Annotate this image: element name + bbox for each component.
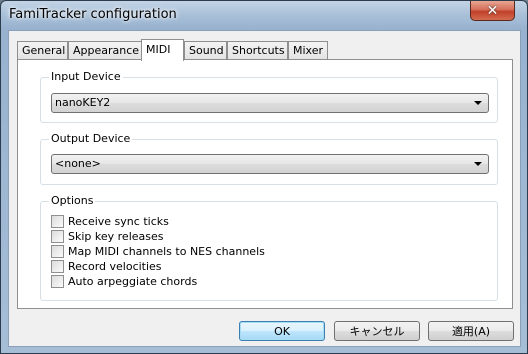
record-velocities-checkbox[interactable]: Record velocities xyxy=(51,259,162,274)
input-device-label: Input Device xyxy=(49,70,123,84)
close-icon: ✕ xyxy=(486,2,499,19)
checkbox-box[interactable] xyxy=(51,230,64,243)
dialog-client-area: General Appearance MIDI Sound Shortcuts … xyxy=(8,30,521,347)
checkbox-label: Record velocities xyxy=(68,259,162,273)
tab-midi[interactable]: MIDI xyxy=(141,39,184,61)
checkbox-label: Skip key releases xyxy=(68,229,164,243)
cancel-button[interactable]: キャンセル xyxy=(334,321,420,341)
tab-sound[interactable]: Sound xyxy=(184,41,227,60)
checkbox-box[interactable] xyxy=(51,215,64,228)
checkbox-box[interactable] xyxy=(51,245,64,258)
window-title: FamiTracker configuration xyxy=(9,7,177,22)
config-window: FamiTracker configuration ✕ General Appe… xyxy=(0,0,528,354)
tab-mixer[interactable]: Mixer xyxy=(288,41,328,60)
auto-arpeggiate-checkbox[interactable]: Auto arpeggiate chords xyxy=(51,274,197,289)
receive-sync-ticks-checkbox[interactable]: Receive sync ticks xyxy=(51,214,169,229)
tab-general[interactable]: General xyxy=(17,41,68,60)
midi-tab-panel: Input Device nanoKEY2 Output Device <non… xyxy=(17,59,513,309)
checkbox-label: Auto arpeggiate chords xyxy=(68,274,198,288)
checkbox-box[interactable] xyxy=(51,260,64,273)
tab-appearance[interactable]: Appearance xyxy=(68,41,143,60)
checkbox-label: Map MIDI channels to NES channels xyxy=(68,244,265,258)
ok-button[interactable]: OK xyxy=(239,321,325,341)
options-label: Options xyxy=(49,194,96,208)
output-device-value: <none> xyxy=(55,157,101,170)
skip-key-releases-checkbox[interactable]: Skip key releases xyxy=(51,229,163,244)
output-device-select[interactable]: <none> xyxy=(51,154,489,174)
output-device-group: Output Device <none> xyxy=(40,132,498,185)
chevron-down-icon xyxy=(474,101,482,105)
checkbox-box[interactable] xyxy=(51,275,64,288)
input-device-group: Input Device nanoKEY2 xyxy=(40,70,498,123)
chevron-down-icon xyxy=(474,162,482,166)
map-midi-channels-checkbox[interactable]: Map MIDI channels to NES channels xyxy=(51,244,265,259)
tab-shortcuts[interactable]: Shortcuts xyxy=(227,41,288,60)
options-group: Options Receive sync ticks Skip key rele… xyxy=(40,194,498,301)
checkbox-label: Receive sync ticks xyxy=(68,214,169,228)
apply-button[interactable]: 適用(A) xyxy=(428,321,514,341)
output-device-label: Output Device xyxy=(49,132,133,146)
close-button[interactable]: ✕ xyxy=(470,1,515,21)
input-device-select[interactable]: nanoKEY2 xyxy=(51,93,489,113)
input-device-value: nanoKEY2 xyxy=(55,96,111,109)
